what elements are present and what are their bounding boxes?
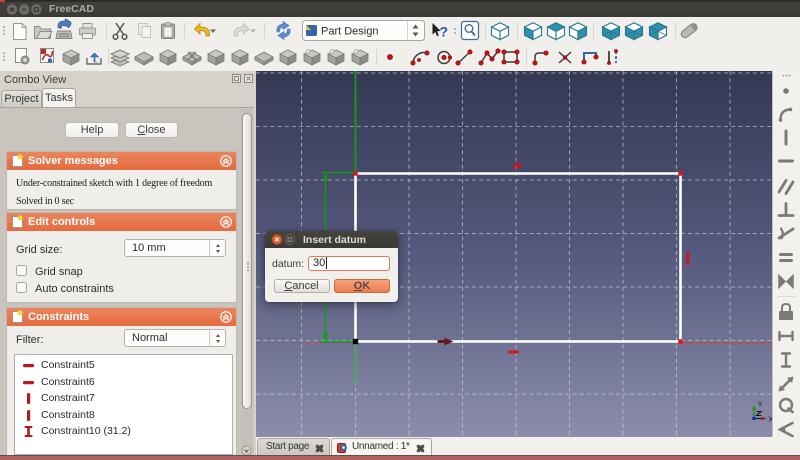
svg-text:Y: Y (758, 402, 763, 409)
